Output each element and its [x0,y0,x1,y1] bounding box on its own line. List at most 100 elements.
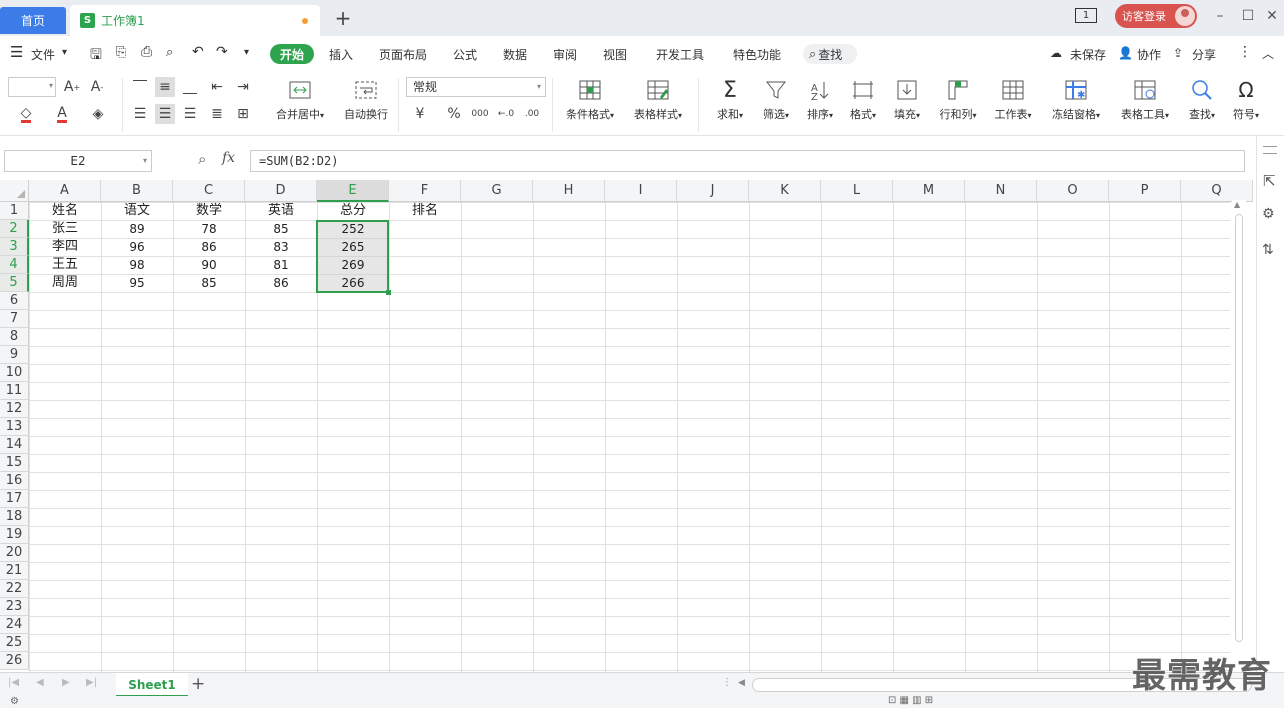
tab-data[interactable]: 数据 [503,46,527,63]
cell-e3[interactable]: 265 [317,238,389,256]
cell-c1[interactable]: 数学 [173,202,245,220]
tab-developer[interactable]: 开发工具 [656,46,704,63]
increase-font-icon[interactable]: A + [62,77,82,97]
cell-b1[interactable]: 语文 [101,202,173,220]
fill-color-icon[interactable]: ◇ [16,104,36,124]
tab-page-layout[interactable]: 页面布局 [379,46,427,63]
select-all-corner[interactable] [0,180,29,202]
add-sheet-button[interactable]: + [191,674,205,694]
scroll-up-icon[interactable]: ▲ [1234,200,1240,209]
row-header-6[interactable]: 6 [0,292,29,310]
row-header-15[interactable]: 15 [0,454,29,472]
row-header-25[interactable]: 25 [0,634,29,652]
maximize-icon[interactable]: ☐ [1238,6,1258,26]
next-sheet-icon[interactable]: ▶ [62,677,70,688]
column-header-i[interactable]: I [605,180,677,202]
hamburger-icon[interactable]: ☰ [10,43,23,61]
formula-input[interactable]: =SUM(B2:D2) [250,150,1245,172]
column-header-p[interactable]: P [1109,180,1181,202]
cell-b2[interactable]: 89 [101,220,173,238]
export-icon[interactable]: ⎘ [116,45,126,60]
spreadsheet-grid[interactable]: ABCDEFGHIJKLMNOPQ 1 2 3 4 5 6 7 8 9 10 11 12 13 14 15 1… [0,180,1253,672]
font-color-icon[interactable]: A [52,104,72,124]
merge-center-button[interactable]: 合并居中▾ [270,78,330,122]
indent-decrease-icon[interactable]: ⇤ [207,77,227,97]
tab-formulas[interactable]: 公式 [453,46,477,63]
sum-button[interactable]: Σ 求和▾ [710,78,750,122]
cell-c3[interactable]: 86 [173,238,245,256]
align-bottom-icon[interactable]: ⎽ [180,77,200,97]
zoom-formula-icon[interactable]: ⌕ [198,150,206,168]
filter-button[interactable]: 筛选▾ [756,78,796,122]
split-handle-icon[interactable]: ⋮ [722,677,732,688]
decrease-decimal-icon[interactable]: .00 [522,104,542,124]
percent-button[interactable]: % [444,104,464,124]
tab-home[interactable]: 首页 [0,7,66,34]
minimize-icon[interactable]: – [1210,6,1230,26]
panel-collapse-icon[interactable] [1263,146,1277,154]
align-left-icon[interactable]: ☰ [130,104,150,124]
save-icon[interactable]: 🖫 [90,44,102,68]
font-size-select[interactable]: ▾ [8,77,56,97]
row-header-23[interactable]: 23 [0,598,29,616]
tab-workbook[interactable]: S 工作簿1 [70,5,320,36]
last-sheet-icon[interactable]: ▶| [86,677,97,688]
row-header-1[interactable]: 1 [0,202,29,220]
cell-f1[interactable]: 排名 [389,202,461,220]
table-tools-button[interactable]: 表格工具▾ [1114,78,1176,122]
column-header-d[interactable]: D [245,180,317,202]
format-button[interactable]: 格式▾ [843,78,883,122]
row-header-10[interactable]: 10 [0,364,29,382]
share-button[interactable]: 分享 [1192,46,1216,63]
tab-view[interactable]: 视图 [603,46,627,63]
prev-sheet-icon[interactable]: ◀ [36,677,44,688]
table-style-button[interactable]: 表格样式▾ [628,78,688,122]
row-header-14[interactable]: 14 [0,436,29,454]
insert-function-button[interactable]: fx [222,150,235,166]
tab-insert[interactable]: 插入 [329,46,353,63]
column-header-m[interactable]: M [893,180,965,202]
column-header-k[interactable]: K [749,180,821,202]
cell-c2[interactable]: 78 [173,220,245,238]
currency-button[interactable]: ¥ [410,104,430,124]
find-button[interactable]: 查找▾ [1182,78,1222,122]
fill-button[interactable]: 填充▾ [887,78,927,122]
row-header-21[interactable]: 21 [0,562,29,580]
indent-increase-icon[interactable]: ⇥ [233,77,253,97]
column-header-a[interactable]: A [29,180,101,202]
align-middle-icon[interactable]: ≡ [155,77,175,97]
row-header-5[interactable]: 5 [0,274,29,292]
scroll-left-icon[interactable]: ◀ [738,678,745,688]
menu-search-button[interactable]: ⌕ 查找 [803,44,857,64]
cell-d3[interactable]: 83 [245,238,317,256]
symbol-button[interactable]: Ω 符号▾ [1226,78,1266,122]
align-top-icon[interactable]: ⎺ [130,77,150,97]
cell-a5[interactable]: 周周 [29,274,101,292]
row-header-16[interactable]: 16 [0,472,29,490]
redo-icon[interactable]: ↷ [216,44,228,60]
cursor-icon[interactable]: ⇱ [1263,172,1276,190]
row-header-2[interactable]: 2 [0,220,29,238]
vertical-scrollbar[interactable]: ▲ [1232,200,1246,670]
new-tab-button[interactable]: + [333,8,353,28]
cell-e2[interactable]: 252 [317,220,389,238]
column-header-h[interactable]: H [533,180,605,202]
freeze-panes-button[interactable]: ✱ 冻结窗格▾ [1045,78,1107,122]
column-header-e[interactable]: E [317,180,389,202]
row-header-19[interactable]: 19 [0,526,29,544]
collapse-ribbon-icon[interactable]: ︿ [1262,45,1274,62]
cell-e4[interactable]: 269 [317,256,389,274]
clear-format-icon[interactable]: ◈ [88,104,108,124]
cell-d4[interactable]: 81 [245,256,317,274]
cell-d5[interactable]: 86 [245,274,317,292]
row-header-13[interactable]: 13 [0,418,29,436]
column-header-j[interactable]: J [677,180,749,202]
row-header-9[interactable]: 9 [0,346,29,364]
properties-icon[interactable]: ⚙ [1262,206,1275,222]
row-header-26[interactable]: 26 [0,652,29,670]
transform-icon[interactable]: ⇅ [1262,242,1274,258]
cell-a2[interactable]: 张三 [29,220,101,238]
vertical-scroll-thumb[interactable] [1235,214,1243,642]
cell-b5[interactable]: 95 [101,274,173,292]
fill-handle[interactable] [386,290,391,295]
